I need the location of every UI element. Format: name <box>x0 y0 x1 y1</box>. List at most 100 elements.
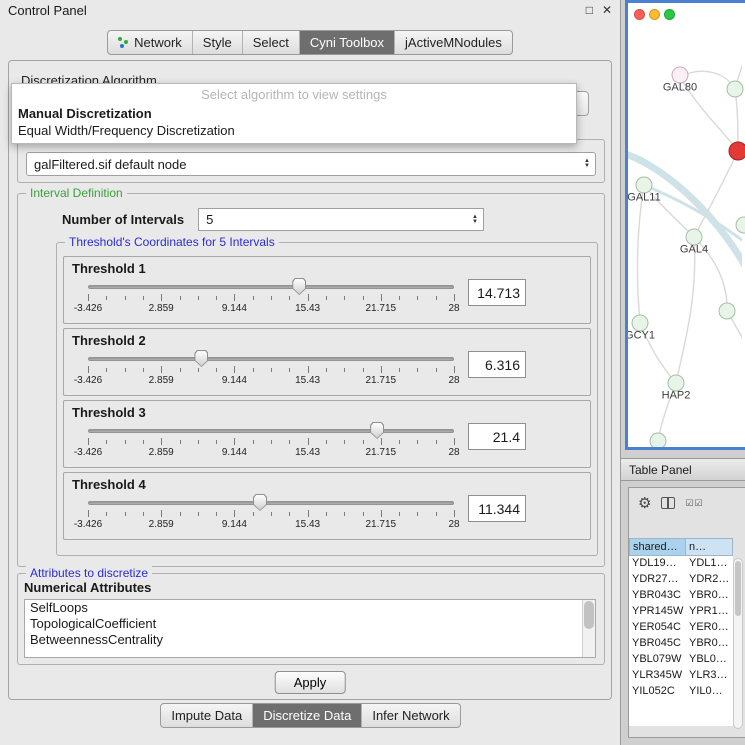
attributes-scrollbar[interactable] <box>582 600 595 657</box>
threshold-value[interactable]: 11.344 <box>468 495 526 522</box>
slider-ticks <box>88 509 454 517</box>
table-row[interactable]: YBR043CYBR0… <box>629 588 733 604</box>
select-columns-icon[interactable]: ☑☑ <box>685 498 703 509</box>
threshold-slider[interactable]: -3.4262.8599.14415.4321.71528 <box>88 348 454 390</box>
table-row[interactable]: YIL052CYIL0… <box>629 684 733 700</box>
tick-mark <box>399 368 400 372</box>
table-row[interactable]: YBR045CYBR0… <box>629 636 733 652</box>
table-panel-title: Table Panel <box>629 463 692 477</box>
table-row[interactable]: YLR345WYLR3… <box>629 668 733 684</box>
threshold-label: Threshold 3 <box>72 405 582 420</box>
attribute-item[interactable]: BetweennessCentrality <box>25 632 595 648</box>
tick-label: -3.426 <box>74 447 102 458</box>
slider-track[interactable] <box>88 357 454 361</box>
attribute-item[interactable]: TopologicalCoefficient <box>25 616 595 632</box>
table-row[interactable]: YDR27…YDR2… <box>629 572 733 588</box>
panel-title: Control Panel <box>8 3 577 18</box>
tick-mark <box>363 512 364 516</box>
tick-mark <box>271 368 272 372</box>
tab-jactivemnodules[interactable]: jActiveMNodules <box>394 31 512 54</box>
network-node[interactable] <box>736 217 745 234</box>
algorithm-option[interactable]: Equal Width/Frequency Discretization <box>12 122 576 139</box>
table-row[interactable]: YER054CYER0… <box>629 620 733 636</box>
tick-mark <box>326 440 327 444</box>
slider-track[interactable] <box>88 285 454 289</box>
scrollbar-thumb[interactable] <box>735 561 741 616</box>
close-traffic-icon[interactable] <box>634 9 645 20</box>
node-label: GAL11 <box>627 192 660 204</box>
tick-mark <box>161 294 162 301</box>
tab-style[interactable]: Style <box>192 31 242 54</box>
threshold-value[interactable]: 6.316 <box>468 351 526 378</box>
network-node[interactable] <box>719 303 736 320</box>
threshold-slider[interactable]: -3.4262.8599.14415.4321.71528 <box>88 276 454 318</box>
tick-mark <box>344 296 345 300</box>
network-node[interactable]: HAP2 <box>668 375 685 392</box>
column-header[interactable]: n… <box>686 538 733 556</box>
tab-label: Discretize Data <box>263 708 351 723</box>
tick-mark <box>198 296 199 300</box>
network-view-window[interactable]: GAL80 GAL11 GAL4 GCY1 HAP2 <box>625 0 745 450</box>
cyni-toolbox-panel: Discretization Algorithm Select algorith… <box>8 60 612 700</box>
tick-label: 21.715 <box>366 519 397 530</box>
tab-network[interactable]: Network <box>108 31 192 54</box>
tick-label: 21.715 <box>366 375 397 386</box>
tick-label: 28 <box>448 447 459 458</box>
network-node[interactable]: GAL4 <box>686 229 703 246</box>
threshold-value[interactable]: 14.713 <box>468 279 526 306</box>
algorithm-placeholder[interactable]: Select algorithm to view settings <box>12 86 576 105</box>
tick-mark <box>88 366 89 373</box>
table-body: YDL19…YDL1…YDR27…YDR2…YBR043CYBR0…YPR145… <box>629 556 733 726</box>
algorithm-option[interactable]: Manual Discretization <box>12 105 576 122</box>
tick-mark <box>143 440 144 444</box>
columns-icon[interactable] <box>661 497 675 509</box>
gear-icon[interactable]: ⚙ <box>638 494 651 512</box>
table-data-dropdown[interactable]: galFiltered.sif default node ▲ ▼ <box>26 152 596 176</box>
minimize-traffic-icon[interactable] <box>649 9 660 20</box>
tick-mark <box>216 296 217 300</box>
network-canvas[interactable]: GAL80 GAL11 GAL4 GCY1 HAP2 <box>628 3 745 447</box>
tick-mark <box>308 438 309 445</box>
slider-track[interactable] <box>88 429 454 433</box>
zoom-traffic-icon[interactable] <box>664 9 675 20</box>
network-node[interactable] <box>727 81 744 98</box>
node-label: GAL4 <box>680 244 708 256</box>
network-node[interactable]: GCY1 <box>632 315 649 332</box>
tick-label: 9.144 <box>222 303 247 314</box>
tab-select[interactable]: Select <box>242 31 299 54</box>
threshold-slider[interactable]: -3.4262.8599.14415.4321.71528 <box>88 492 454 534</box>
tab-impute-data[interactable]: Impute Data <box>161 704 252 727</box>
tick-mark <box>125 368 126 372</box>
scrollbar-thumb[interactable] <box>584 601 594 629</box>
network-node[interactable] <box>729 142 745 161</box>
table-cell: YBR045C <box>629 636 686 652</box>
table-cell: YDL1… <box>686 556 733 572</box>
threshold-box-2: Threshold 2-3.4262.8599.14415.4321.71528… <box>63 328 591 396</box>
float-icon[interactable]: □ <box>586 4 593 16</box>
table-row[interactable]: YBL079WYBL0… <box>629 652 733 668</box>
column-header[interactable]: shared… <box>629 538 686 556</box>
table-scrollbar[interactable] <box>733 558 743 729</box>
table-row[interactable]: YPR145WYPR1… <box>629 604 733 620</box>
tick-label: 15.43 <box>295 447 320 458</box>
tick-mark <box>234 294 235 301</box>
slider-track[interactable] <box>88 501 454 505</box>
bottom-tabs: Impute Data Discretize Data Infer Network <box>160 703 460 728</box>
network-node[interactable] <box>650 433 667 450</box>
tab-infer-network[interactable]: Infer Network <box>361 704 459 727</box>
top-tab-bar: NetworkStyleSelectCyni ToolboxjActiveMNo… <box>0 30 620 55</box>
threshold-value[interactable]: 21.4 <box>468 423 526 450</box>
table-row[interactable]: YDL19…YDL1… <box>629 556 733 572</box>
close-icon[interactable]: ✕ <box>602 4 612 16</box>
threshold-slider[interactable]: -3.4262.8599.14415.4321.71528 <box>88 420 454 462</box>
tick-mark <box>399 440 400 444</box>
tick-mark <box>216 440 217 444</box>
attribute-item[interactable]: SelfLoops <box>25 600 595 616</box>
tab-cyni-toolbox[interactable]: Cyni Toolbox <box>299 31 394 54</box>
apply-button[interactable]: Apply <box>275 671 346 694</box>
num-intervals-dropdown[interactable]: 5 ▲ ▼ <box>198 208 484 231</box>
network-node[interactable]: GAL80 <box>672 67 689 84</box>
tab-discretize-data[interactable]: Discretize Data <box>252 704 361 727</box>
network-node[interactable]: GAL11 <box>636 177 653 194</box>
tick-mark <box>436 368 437 372</box>
